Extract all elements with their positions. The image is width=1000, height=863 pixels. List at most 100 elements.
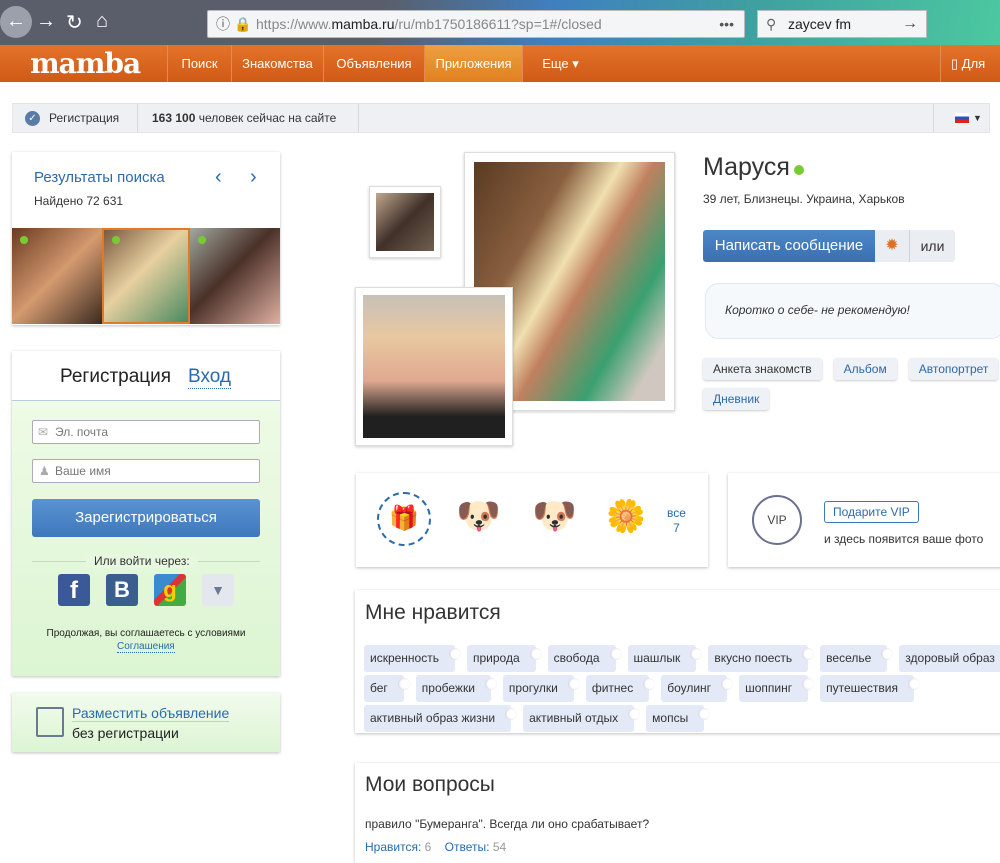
nav-search[interactable]: Поиск (167, 45, 231, 82)
email-placeholder: Эл. почта (55, 425, 109, 439)
register-button[interactable]: Зарегистрироваться (32, 499, 260, 537)
nav-apps[interactable]: Приложения (424, 45, 522, 82)
flag-ru-icon[interactable] (955, 113, 969, 123)
interest-tag[interactable]: бег (364, 675, 410, 702)
gift-vip-button[interactable]: Подарите VIP (824, 501, 919, 523)
send-message-button[interactable]: Написать сообщение (703, 230, 875, 262)
vip-card: VIP Подарите VIP и здесь появится ваше ф… (728, 473, 1000, 567)
nav-mobile[interactable]: ▯ Для (940, 45, 1000, 82)
register-link[interactable]: Регистрация (49, 104, 119, 132)
result-photo-active[interactable] (102, 228, 190, 324)
post-ad-link[interactable]: Разместить объявление (72, 705, 230, 722)
likes-card: Мне нравится искренность природа свобода ша… (355, 590, 1000, 733)
interest-tag[interactable]: свобода (547, 645, 622, 672)
found-count: Найдено 72 631 (34, 194, 124, 208)
search-results-card: Результаты поиска Найдено 72 631 ‹ › (12, 152, 280, 325)
interest-tag[interactable]: шоппинг (739, 675, 815, 702)
vip-gift-icon[interactable]: ✹ (875, 230, 909, 262)
likes-label[interactable]: Нравится: (365, 840, 421, 854)
back-button[interactable]: ← (0, 6, 32, 38)
mamba-logo[interactable]: mamba (30, 47, 141, 80)
tab-selfportrait[interactable]: Автопортрет (908, 358, 999, 380)
interest-tag[interactable]: веселье (820, 645, 894, 672)
vip-badge-icon: VIP (752, 495, 802, 545)
likes-count: 6 (424, 840, 432, 854)
prev-arrow-icon[interactable]: ‹ (215, 166, 222, 189)
tab-register[interactable]: Регистрация (60, 366, 171, 388)
gifts-card: 🎁 🐶 🐶 🌼 все 7 (356, 473, 708, 567)
tag-row: бег пробежки прогулки фитнес боулинг шоппинг п… (364, 675, 1000, 705)
profile-tabs: Анкета знакомств Альбом Автопортрет (703, 358, 1000, 380)
nav-more[interactable]: Еще ▾ (522, 45, 598, 82)
more-logins-icon[interactable]: ▼ (202, 574, 234, 606)
all-gifts-label: все (667, 506, 686, 520)
interest-tag[interactable]: активный отдых (523, 705, 641, 732)
forward-button[interactable]: → (36, 10, 56, 33)
profile-photo-2[interactable] (355, 287, 513, 446)
browser-toolbar: ← → ↻ ⌂ ⓘ 🔒 https://www.mamba.ru/ru/mb17… (0, 0, 1000, 45)
search-value: zaycev fm (788, 16, 852, 32)
answers-label[interactable]: Ответы: (445, 840, 490, 854)
interest-tag[interactable]: природа (466, 645, 542, 672)
all-gifts-link[interactable]: все 7 (667, 506, 686, 536)
profile-tabs-row2: Дневник (703, 388, 781, 410)
email-field[interactable]: ✉ Эл. почта (32, 420, 260, 444)
gift-daisies-icon[interactable]: 🌼 (606, 497, 646, 535)
interest-tag[interactable]: активный образ жизни (364, 705, 518, 732)
or-button[interactable]: или (909, 230, 955, 262)
facebook-login-icon[interactable]: f (58, 574, 90, 606)
interest-tag[interactable]: фитнес (585, 675, 656, 702)
interest-tag[interactable]: путешествия (820, 675, 920, 702)
interest-tag[interactable]: здоровый образ (899, 645, 1000, 672)
chevron-down-icon[interactable]: ▼ (973, 104, 982, 132)
google-login-icon[interactable]: g (154, 574, 186, 606)
search-results-title[interactable]: Результаты поиска (34, 169, 165, 186)
tab-profile[interactable]: Анкета знакомств (703, 358, 822, 380)
result-photo[interactable] (190, 228, 280, 324)
interest-tag[interactable]: мопсы (646, 705, 711, 732)
search-input[interactable]: ⚲ zaycev fm → (757, 10, 927, 38)
nav-ads[interactable]: Объявления (323, 45, 424, 82)
nav-dating[interactable]: Знакомства (231, 45, 323, 82)
gift-dog-icon[interactable]: 🐶 (456, 495, 501, 537)
tab-login[interactable]: Вход (188, 366, 231, 389)
likes-tags: искренность природа свобода шашлык вкусно по… (364, 645, 1000, 735)
url-bar[interactable]: ⓘ 🔒 https://www.mamba.ru/ru/mb1750186611… (207, 10, 745, 38)
profile-name: Маруся (703, 153, 790, 181)
terms-link[interactable]: Соглашения (117, 641, 175, 653)
go-arrow-icon[interactable]: → (902, 11, 918, 37)
next-arrow-icon[interactable]: › (250, 166, 257, 189)
question-text[interactable]: правило "Бумеранга". Всегда ли оно сраба… (365, 817, 649, 831)
interest-tag[interactable]: боулинг (661, 675, 733, 702)
interest-tag[interactable]: искренность (364, 645, 461, 672)
post-ad-subtitle: без регистрации (72, 725, 179, 741)
info-icon[interactable]: ⓘ (216, 11, 230, 37)
tab-diary[interactable]: Дневник (703, 388, 770, 410)
mobile-label: Для (961, 56, 986, 71)
home-button[interactable]: ⌂ (96, 10, 108, 33)
gift-dog-icon[interactable]: 🐶 (532, 495, 577, 537)
ad-icon (36, 707, 64, 737)
questions-card: Мои вопросы правило "Бумеранга". Всегда … (355, 763, 1000, 863)
vk-login-icon[interactable]: B (106, 574, 138, 606)
likes-title: Мне нравится (365, 601, 501, 624)
interest-tag[interactable]: прогулки (502, 675, 580, 702)
tab-album[interactable]: Альбом (833, 358, 897, 380)
result-photo[interactable] (12, 228, 102, 324)
reload-button[interactable]: ↻ (66, 10, 83, 35)
tag-row: активный образ жизни активный отдых мопсы (364, 705, 1000, 735)
mail-icon: ✉ (38, 425, 49, 439)
interest-tag[interactable]: вкусно поесть (708, 645, 815, 672)
profile-thumbnail[interactable] (369, 186, 441, 258)
interest-tag[interactable]: шашлык (627, 645, 703, 672)
more-icon[interactable]: ••• (719, 11, 734, 37)
interest-tag[interactable]: пробежки (415, 675, 498, 702)
name-field[interactable]: ♟ Ваше имя (32, 459, 260, 483)
registration-card: Регистрация Вход ✉ Эл. почта ♟ Ваше имя … (12, 351, 280, 676)
name-placeholder: Ваше имя (55, 464, 111, 478)
gift-icon[interactable]: 🎁 (377, 492, 431, 546)
tag-row: искренность природа свобода шашлык вкусно по… (364, 645, 1000, 675)
lock-icon: 🔒 (234, 16, 252, 32)
question-stats: Нравится: 6 Ответы: 54 (365, 840, 506, 854)
questions-title: Мои вопросы (365, 773, 495, 796)
